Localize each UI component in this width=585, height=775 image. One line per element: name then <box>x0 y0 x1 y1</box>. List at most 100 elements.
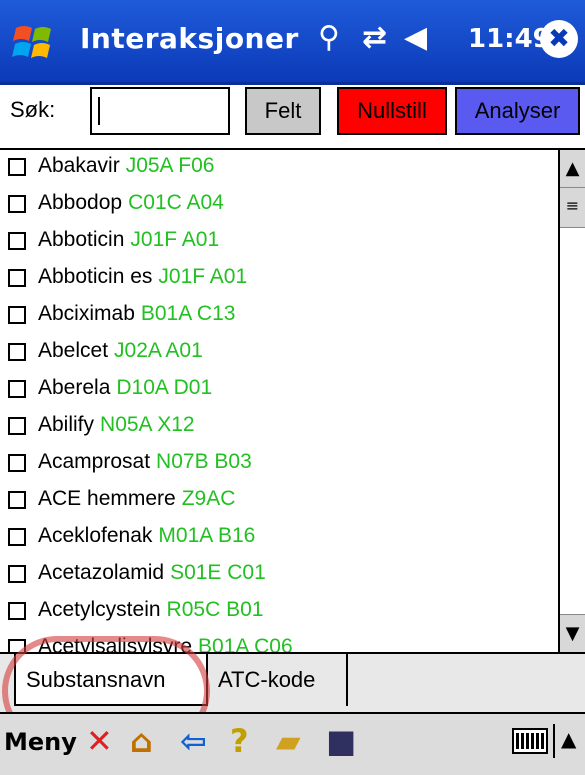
open-folder-icon[interactable]: ▰ <box>276 722 301 760</box>
substance-label: Acetylsalisylsyre <box>38 635 193 654</box>
substance-label: Abilify <box>38 413 95 436</box>
checkbox[interactable] <box>8 269 26 287</box>
connectivity-icon[interactable]: ⇄ <box>362 20 387 55</box>
scrollbar[interactable]: ▲ ≡ ▼ <box>558 150 585 652</box>
command-bar: Meny ✕ ⌂ ⇦ ? ▰ ■ ▲ <box>0 712 585 775</box>
atc-code: D10A D01 <box>116 376 213 399</box>
list-item[interactable]: Abciximab B01A C13 <box>0 298 558 335</box>
analyser-button[interactable]: Analyser <box>455 87 580 135</box>
list-item[interactable]: Abbodop C01C A04 <box>0 187 558 224</box>
substance-list: Abakavir J05A F06 Abbodop C01C A04 Abboticin… <box>0 148 585 654</box>
clock[interactable]: 11:49 <box>468 24 551 54</box>
checkbox[interactable] <box>8 158 26 176</box>
atc-code: B01A C06 <box>198 635 293 654</box>
atc-code: N05A X12 <box>100 413 195 436</box>
menu-button[interactable]: Meny <box>4 728 77 756</box>
atc-code: J01F A01 <box>130 228 220 251</box>
checkbox[interactable] <box>8 528 26 546</box>
title-bar: Interaksjoner ⚲ ⇄ ◀ 11:49 ✖ <box>0 0 585 85</box>
substance-name: Abboticin es J01F A01 <box>38 265 247 289</box>
list-item[interactable]: Acamprosat N07B B03 <box>0 446 558 483</box>
back-arrow-icon[interactable]: ⇦ <box>180 722 207 760</box>
atc-code: C01C A04 <box>128 191 224 214</box>
substance-name: Abciximab B01A C13 <box>38 302 235 326</box>
list-item[interactable]: Abboticin J01F A01 <box>0 224 558 261</box>
delete-icon[interactable]: ✕ <box>86 722 113 760</box>
search-bar: Søk: Felt Nullstill Analyser <box>0 85 585 147</box>
substance-name: Acetylsalisylsyre B01A C06 <box>38 635 293 654</box>
scroll-up-icon[interactable]: ▲ <box>560 150 585 188</box>
checkbox[interactable] <box>8 343 26 361</box>
atc-code: M01A B16 <box>158 524 256 547</box>
list-item[interactable]: Abilify N05A X12 <box>0 409 558 446</box>
checkbox[interactable] <box>8 380 26 398</box>
checkbox[interactable] <box>8 417 26 435</box>
substance-label: Abbodop <box>38 191 123 214</box>
checkbox[interactable] <box>8 195 26 213</box>
list-item[interactable]: Acetazolamid S01E C01 <box>0 557 558 594</box>
app-title: Interaksjoner <box>80 22 299 55</box>
atc-code: Z9AC <box>181 487 236 510</box>
tab-strip: Substansnavn ATC-kode <box>0 654 585 712</box>
atc-code: J02A A01 <box>114 339 203 362</box>
list-item[interactable]: Acetylcystein R05C B01 <box>0 594 558 631</box>
list-item[interactable]: Abboticin es J01F A01 <box>0 261 558 298</box>
save-icon[interactable]: ■ <box>326 722 356 760</box>
substance-label: Abboticin es <box>38 265 153 288</box>
windows-start-icon[interactable] <box>12 22 56 62</box>
home-icon[interactable]: ⌂ <box>130 722 153 760</box>
list-item[interactable]: Acetylsalisylsyre B01A C06 <box>0 631 558 654</box>
list-item[interactable]: Abelcet J02A A01 <box>0 335 558 372</box>
checkbox[interactable] <box>8 602 26 620</box>
substance-label: Acetylcystein <box>38 598 161 621</box>
close-button[interactable]: ✖ <box>540 20 578 58</box>
substance-label: Abakavir <box>38 154 120 177</box>
substance-label: ACE hemmere <box>38 487 176 510</box>
antenna-icon[interactable]: ⚲ <box>318 20 340 55</box>
nullstill-button[interactable]: Nullstill <box>337 87 447 135</box>
substance-name: Abbodop C01C A04 <box>38 191 224 215</box>
felt-button[interactable]: Felt <box>245 87 321 135</box>
substance-name: Abboticin J01F A01 <box>38 228 219 252</box>
scroll-down-icon[interactable]: ▼ <box>560 614 585 652</box>
checkbox[interactable] <box>8 491 26 509</box>
volume-icon[interactable]: ◀ <box>404 20 427 55</box>
checkbox[interactable] <box>8 306 26 324</box>
substance-name: ACE hemmere Z9AC <box>38 487 235 511</box>
help-icon[interactable]: ? <box>230 722 249 760</box>
keyboard-icon[interactable] <box>512 728 548 754</box>
text-cursor <box>98 97 100 125</box>
list-item[interactable]: ACE hemmere Z9AC <box>0 483 558 520</box>
substance-label: Aberela <box>38 376 111 399</box>
list-item[interactable]: Aberela D10A D01 <box>0 372 558 409</box>
checkbox[interactable] <box>8 454 26 472</box>
substance-label: Acetazolamid <box>38 561 165 584</box>
substance-name: Aceklofenak M01A B16 <box>38 524 255 548</box>
tab-substansnavn[interactable]: Substansnavn <box>14 654 208 706</box>
list-item[interactable]: Abakavir J05A F06 <box>0 150 558 187</box>
substance-label: Abciximab <box>38 302 135 325</box>
substance-label: Aceklofenak <box>38 524 153 547</box>
list-item[interactable]: Aceklofenak M01A B16 <box>0 520 558 557</box>
atc-code: N07B B03 <box>156 450 252 473</box>
substance-label: Acamprosat <box>38 450 151 473</box>
substance-name: Acetylcystein R05C B01 <box>38 598 263 622</box>
substance-name: Abakavir J05A F06 <box>38 154 214 178</box>
substance-name: Abelcet J02A A01 <box>38 339 203 363</box>
atc-code: J01F A01 <box>158 265 248 288</box>
search-input[interactable] <box>90 87 230 135</box>
atc-code: B01A C13 <box>140 302 236 325</box>
substance-label: Abboticin <box>38 228 125 251</box>
input-panel-arrow-icon[interactable]: ▲ <box>553 724 576 758</box>
atc-code: R05C B01 <box>166 598 264 621</box>
substance-name: Acamprosat N07B B03 <box>38 450 252 474</box>
atc-code: S01E C01 <box>170 561 266 584</box>
checkbox[interactable] <box>8 232 26 250</box>
atc-code: J05A F06 <box>125 154 215 177</box>
checkbox[interactable] <box>8 639 26 652</box>
substance-name: Abilify N05A X12 <box>38 413 195 437</box>
tab-atc-kode[interactable]: ATC-kode <box>208 654 348 706</box>
list-items: Abakavir J05A F06 Abbodop C01C A04 Abboticin… <box>0 150 558 654</box>
scroll-thumb[interactable]: ≡ <box>560 188 585 228</box>
checkbox[interactable] <box>8 565 26 583</box>
